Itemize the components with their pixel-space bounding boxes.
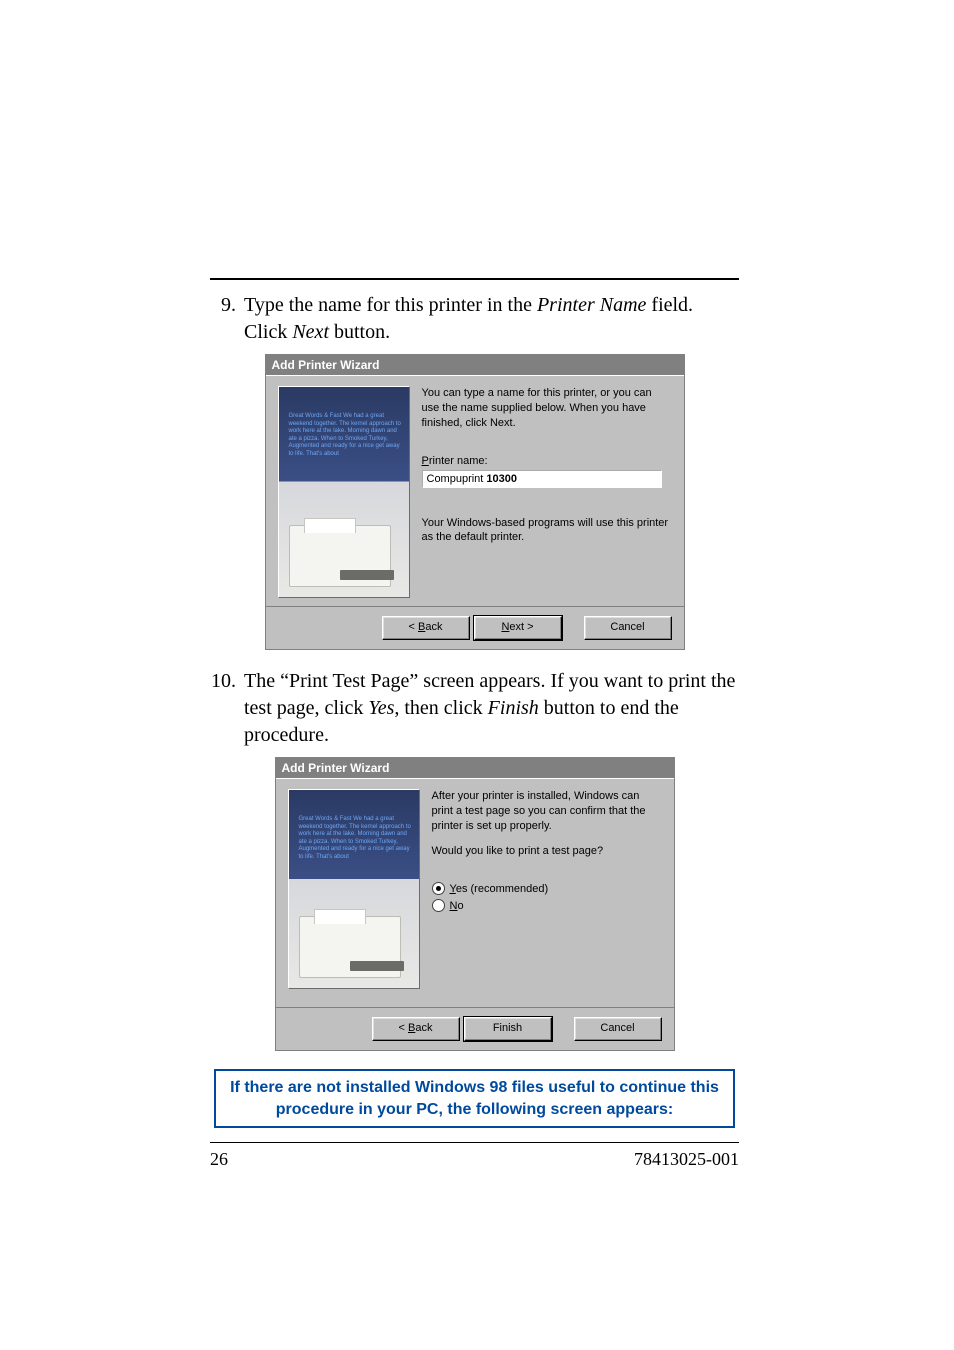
footer: 26 78413025-001	[210, 1149, 739, 1170]
titlebar: Add Printer Wizard	[266, 355, 684, 375]
note-box: If there are not installed Windows 98 fi…	[214, 1069, 735, 1128]
emphasis: Finish	[488, 697, 539, 719]
wizard-illustration: Great Words & Fast We had a great weeken…	[288, 789, 420, 989]
page-number: 26	[210, 1149, 228, 1170]
text: <	[409, 621, 418, 633]
back-button[interactable]: < Back	[382, 616, 470, 640]
text: Compuprint	[427, 473, 487, 485]
emphasis: Yes	[368, 697, 394, 719]
cancel-button[interactable]: Cancel	[584, 616, 672, 640]
text: <	[399, 1022, 408, 1034]
default-printer-msg: Your Windows-based programs will use thi…	[422, 516, 672, 546]
button-row: < Back Finish Cancel	[276, 1007, 674, 1050]
printer-name-input[interactable]: Compuprint 10300	[422, 470, 662, 488]
finish-button[interactable]: Finish	[464, 1017, 552, 1041]
list-number: 10.	[210, 668, 236, 749]
text: o	[457, 900, 463, 912]
emphasis: Next	[292, 321, 329, 343]
text: ack	[415, 1022, 432, 1034]
illustration-printer	[289, 525, 391, 587]
wizard-dialog-1: Add Printer Wizard Great Words & Fast We…	[265, 354, 685, 650]
emphasis: Printer Name	[537, 294, 646, 316]
text: ack	[425, 621, 442, 633]
wizard-instructions: You can type a name for this printer, or…	[422, 386, 672, 431]
wizard-dialog-2: Add Printer Wizard Great Words & Fast We…	[275, 757, 675, 1051]
doc-number: 78413025-001	[634, 1149, 739, 1170]
wizard-body: Great Words & Fast We had a great weeken…	[276, 778, 674, 1007]
radio-no[interactable]: No	[432, 899, 662, 912]
list-number: 9.	[210, 292, 236, 346]
radio-dot-icon	[432, 899, 445, 912]
footer-rule	[210, 1142, 739, 1143]
illustration-blob: Great Words & Fast We had a great weeken…	[299, 816, 415, 861]
text: ext >	[509, 621, 533, 633]
wizard-question: Would you like to print a test page?	[432, 844, 662, 859]
list-text: Type the name for this printer in the Pr…	[236, 292, 739, 346]
wizard-body: Great Words & Fast We had a great weeken…	[266, 375, 684, 606]
back-button[interactable]: < Back	[372, 1017, 460, 1041]
cancel-button[interactable]: Cancel	[574, 1017, 662, 1041]
radio-dot-icon	[432, 882, 445, 895]
text-bold: 10300	[486, 473, 517, 485]
radio-yes[interactable]: Yes (recommended)	[432, 882, 662, 895]
note-text: If there are not installed Windows 98 fi…	[226, 1077, 723, 1120]
printer-name-label: Printer name:	[422, 455, 672, 467]
text: Type the name for this printer in the	[244, 294, 537, 316]
list-text: The “Print Test Page” screen appears. If…	[236, 668, 739, 749]
wizard-instructions: After your printer is installed, Windows…	[432, 789, 662, 834]
text: , then click	[394, 697, 487, 719]
accel: P	[422, 455, 429, 467]
top-rule	[210, 278, 739, 280]
list-item-9: 9. Type the name for this printer in the…	[210, 292, 739, 346]
button-row: < Back Next > Cancel	[266, 606, 684, 649]
wizard-illustration: Great Words & Fast We had a great weeken…	[278, 386, 410, 598]
page: 9. Type the name for this printer in the…	[0, 0, 954, 1350]
illustration-blob: Great Words & Fast We had a great weeken…	[289, 413, 405, 458]
illustration-printer	[299, 916, 401, 978]
next-button[interactable]: Next >	[474, 616, 562, 640]
titlebar: Add Printer Wizard	[276, 758, 674, 778]
text: es (recommended)	[456, 883, 548, 895]
text: rinter name:	[429, 455, 488, 467]
list-item-10: 10. The “Print Test Page” screen appears…	[210, 668, 739, 749]
text: button.	[329, 321, 390, 343]
